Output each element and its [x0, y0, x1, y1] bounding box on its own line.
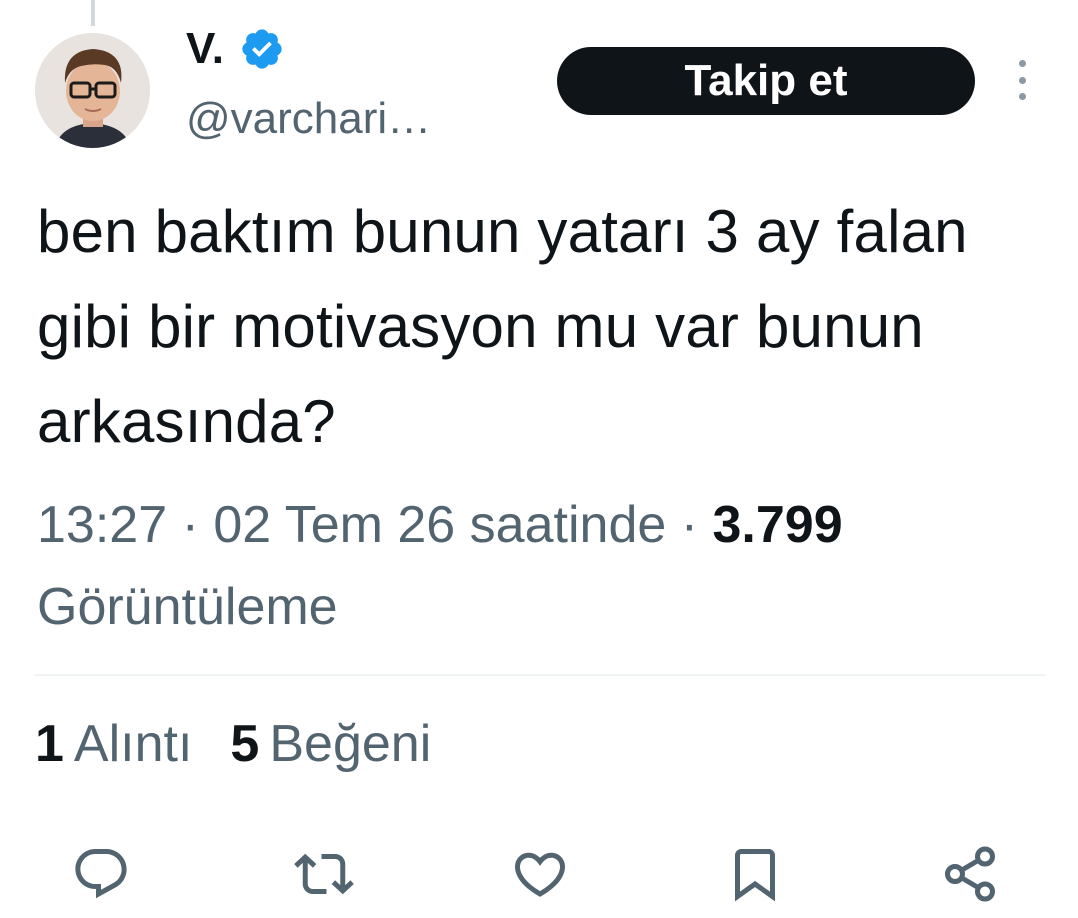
tweet-date[interactable]: 02 Tem 26 saatinde — [213, 496, 666, 554]
retweet-icon[interactable] — [294, 844, 354, 904]
more-options-icon[interactable] — [1008, 60, 1036, 100]
tweet-stats: 1 Alıntı 5 Beğeni — [35, 713, 469, 775]
tweet-time[interactable]: 13:27 — [37, 496, 167, 554]
action-bar — [0, 830, 1078, 910]
divider — [35, 674, 1045, 676]
share-icon[interactable] — [940, 844, 1000, 904]
views-label: Görüntüleme — [37, 578, 338, 636]
verified-badge-icon[interactable] — [239, 26, 285, 72]
views-count: 3.799 — [712, 496, 843, 554]
likes-count: 5 — [230, 715, 260, 773]
author-name-row[interactable]: V. — [186, 24, 285, 74]
meta-separator: · — [167, 496, 214, 554]
tweet-text: ben baktım bunun yatarı 3 ay falan gibi … — [37, 198, 968, 455]
avatar-image — [35, 33, 150, 148]
like-icon[interactable] — [510, 844, 570, 904]
avatar[interactable] — [35, 33, 150, 148]
thread-line — [91, 0, 95, 26]
quotes-stat[interactable]: 1 Alıntı — [35, 713, 192, 775]
quotes-label: Alıntı — [73, 715, 193, 773]
bookmark-icon[interactable] — [725, 844, 785, 904]
follow-button[interactable]: Takip et — [557, 47, 975, 115]
author-display-name[interactable]: V. — [186, 24, 225, 74]
author-handle[interactable]: @varchari… — [186, 94, 431, 144]
reply-icon[interactable] — [71, 844, 131, 904]
meta-separator: · — [666, 496, 713, 554]
quotes-count: 1 — [35, 715, 64, 773]
likes-label: Beğeni — [269, 715, 432, 773]
likes-stat[interactable]: 5 Beğeni — [230, 713, 431, 775]
tweet-meta: 13:27 · 02 Tem 26 saatinde · 3.799 Görünt… — [37, 484, 1047, 648]
